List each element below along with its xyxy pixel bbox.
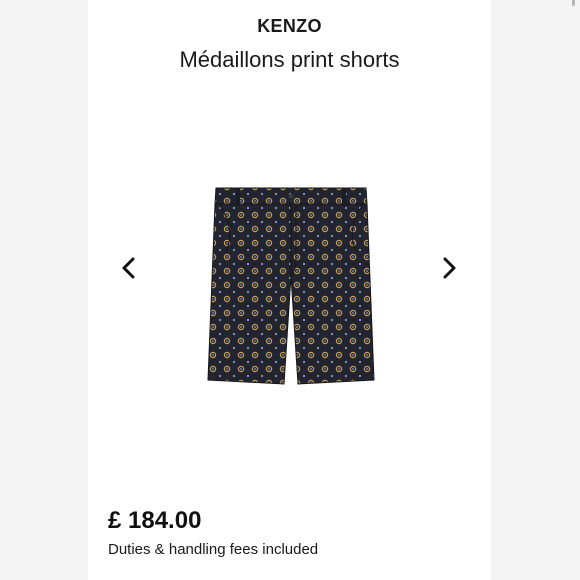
product-card: KENZO Médaillons print shorts £ 184.00 D… (88, 0, 575, 580)
next-image-button[interactable] (436, 255, 462, 281)
brand-name[interactable]: KENZO (88, 16, 491, 37)
chevron-right-icon (443, 257, 456, 279)
chevron-left-icon (122, 257, 135, 279)
product-image[interactable] (206, 180, 376, 400)
scrollbar-thumb[interactable] (572, 0, 575, 6)
product-title: Médaillons print shorts (179, 47, 400, 72)
duties-note: Duties & handling fees included (108, 541, 319, 558)
previous-image-button[interactable] (116, 255, 142, 281)
product-price: £ 184.00 (108, 507, 202, 534)
